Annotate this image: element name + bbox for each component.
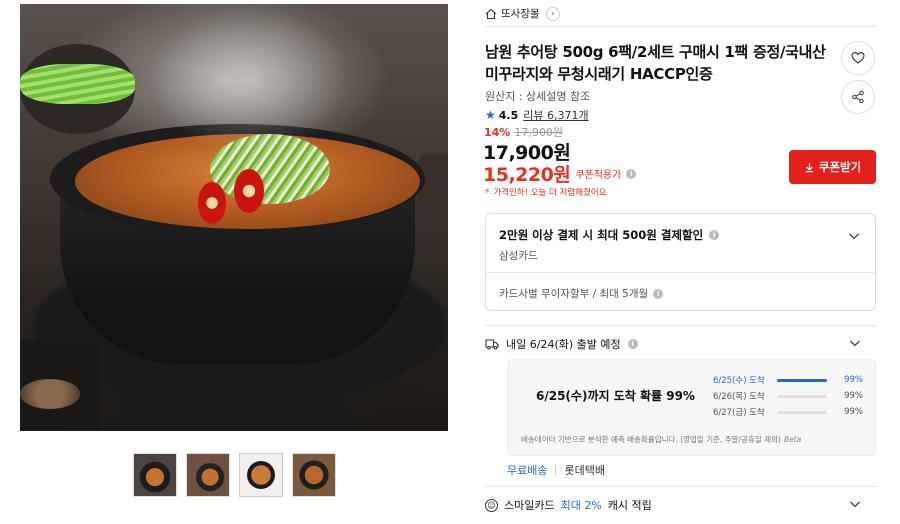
arrival-prediction-item: 6/25(수) 도착 99%: [713, 372, 863, 388]
prediction-bar: [777, 394, 827, 398]
divider: [486, 272, 875, 273]
info-icon[interactable]: i: [709, 230, 720, 240]
origin-text: 원산지 : 상세설명 참조: [485, 90, 591, 103]
wishlist-button[interactable]: [841, 41, 875, 75]
chili-slice: [198, 182, 226, 224]
chevron-down-icon[interactable]: [849, 498, 861, 510]
arrival-prediction-item: 6/27(금) 도착 99%: [713, 404, 863, 420]
installment-text: 카드사별 무이자할부 / 최대 5개월: [499, 288, 649, 300]
coupon-button[interactable]: 쿠폰받기: [789, 150, 876, 184]
price-alert: ⚡ 가격인하! 오늘 더 저렴해졌어요: [484, 186, 607, 198]
thumbnail[interactable]: [133, 453, 177, 497]
cashback-prefix: 스마일카드: [504, 499, 555, 512]
prediction-note: 배송데이터 기반으로 분석한 예측 배송확률입니다. (영업일 기준, 주말/공…: [521, 434, 801, 445]
shipping-departure-row: 내일 6/24(화) 출발 예정 i: [485, 336, 638, 352]
coupon-price-label: 쿠폰적용가: [575, 170, 622, 181]
star-icon: ★: [485, 108, 496, 122]
carrier-name: 롯데택배: [564, 464, 605, 477]
divider: [485, 486, 876, 487]
prediction-note-text: 배송데이터 기반으로 분석한 예측 배송확률입니다. (영업일 기준, 주말/공…: [521, 435, 781, 444]
cashback-suffix: 캐시 적립: [607, 499, 652, 512]
truck-icon: [485, 339, 499, 350]
prediction-percent: 99%: [844, 391, 863, 401]
share-button[interactable]: [841, 80, 875, 114]
card-name: 삼성카드: [499, 250, 538, 262]
info-icon[interactable]: i: [626, 168, 637, 179]
thumbnail[interactable]: [239, 453, 283, 497]
arrival-prediction-item: 6/26(목) 도착 99%: [713, 388, 863, 404]
rating: ★ 4.5 리뷰 6,371개: [485, 107, 589, 123]
product-main-image: [20, 4, 448, 431]
arrival-prediction-main: 6/25(수)까지 도착 확률 99%: [536, 389, 695, 403]
departure-text: 내일 6/24(화) 출발 예정: [506, 338, 621, 351]
chevron-down-icon[interactable]: [849, 337, 861, 349]
share-icon: [852, 90, 864, 104]
cashback-row: ☺ 스마일카드 최대 2% 캐시 적립: [485, 497, 652, 513]
arrival-prediction-box: 6/25(수)까지 도착 확률 99% 6/25(수) 도착 99% 6/26(…: [507, 359, 876, 456]
thumbnail-strip: [133, 453, 336, 497]
coupon-price-row: 15,220원 쿠폰적용가 i: [483, 160, 637, 187]
prediction-date: 6/26(목) 도착: [713, 392, 765, 402]
prediction-percent: 99%: [844, 407, 863, 417]
card-benefit-box: 2만원 이상 결제 시 최대 500원 결제할인 i 삼성카드 카드사별 무이자…: [485, 213, 876, 311]
coupon-button-label: 쿠폰받기: [818, 160, 862, 174]
store-link[interactable]: 또사장몰 ›: [485, 6, 560, 21]
card-discount-text: 2만원 이상 결제 시 최대 500원 결제할인: [499, 228, 704, 242]
chevron-right-icon: ›: [545, 6, 560, 21]
review-link[interactable]: 리뷰 6,371개: [523, 107, 588, 123]
chili-slice: [234, 169, 264, 213]
card-discount-title: 2만원 이상 결제 시 최대 500원 결제할인 i: [499, 227, 720, 243]
heart-icon: [851, 52, 865, 64]
home-icon: [485, 8, 497, 20]
prediction-date: 6/27(금) 도착: [713, 408, 765, 418]
thumbnail[interactable]: [186, 453, 230, 497]
side-cup: [418, 154, 448, 234]
thumbnail[interactable]: [292, 453, 336, 497]
info-icon[interactable]: i: [653, 288, 664, 299]
product-title: 남원 추어탕 500g 6팩/2세트 구매시 1팩 증정/국내산 미꾸라지와 무…: [485, 43, 826, 83]
prediction-bar: [777, 378, 827, 382]
download-icon: [805, 162, 813, 172]
cashback-highlight: 최대 2%: [560, 499, 602, 512]
coupon-price: 15,220원: [483, 164, 571, 186]
beta-label: Beta: [783, 435, 802, 444]
spice: [20, 379, 80, 409]
installment-row: 카드사별 무이자할부 / 최대 5개월 i: [499, 286, 664, 301]
store-name: 또사장몰: [501, 8, 540, 20]
side-greens: [20, 64, 135, 104]
price-down-icon: ⚡: [484, 187, 491, 197]
prediction-percent: 99%: [844, 375, 863, 385]
free-shipping-label: 무료배송: [507, 464, 548, 477]
chevron-down-icon[interactable]: [848, 230, 860, 242]
divider: [485, 325, 876, 326]
divider: [485, 26, 876, 27]
arrival-prediction-list: 6/25(수) 도착 99% 6/26(목) 도착 99% 6/27(금) 도착…: [713, 372, 863, 420]
info-icon[interactable]: i: [627, 339, 638, 349]
steam: [150, 4, 350, 154]
smile-icon: ☺: [485, 498, 498, 512]
prediction-bar: [777, 410, 827, 414]
rating-score: 4.5: [498, 108, 519, 122]
separator: [555, 465, 557, 475]
discount-percent: 14%: [484, 125, 511, 139]
price-alert-text: 가격인하! 오늘 더 저렴해졌어요: [493, 188, 607, 198]
free-shipping-row: 무료배송 롯데택배: [507, 462, 605, 478]
prediction-date: 6/25(수) 도착: [713, 376, 765, 386]
